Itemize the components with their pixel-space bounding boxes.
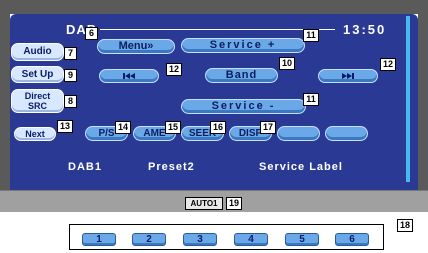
callout-10: 10: [279, 57, 295, 70]
preset-name: Preset2: [148, 161, 195, 173]
menu-label: Menu»: [118, 40, 154, 52]
callout-8: 8: [64, 95, 77, 108]
service-up-label: Service +: [209, 39, 277, 51]
preset-button-3[interactable]: 3: [183, 233, 217, 246]
frame-top: [0, 0, 428, 14]
callout-17: 17: [260, 121, 276, 134]
setup-button[interactable]: Set Up: [11, 66, 64, 83]
band-name: DAB1: [68, 161, 102, 173]
callout-16: 16: [210, 121, 226, 134]
callout-14: 14: [115, 121, 131, 134]
ame-label: AME: [143, 128, 166, 139]
band-label: Band: [225, 69, 258, 81]
service-label: Service Label: [259, 161, 343, 173]
callout-12a: 12: [166, 63, 182, 76]
accent-bar: [406, 16, 410, 182]
preset-button-6[interactable]: 6: [335, 233, 369, 246]
fast-forward-icon: [342, 73, 354, 79]
clock: 13:50: [343, 22, 387, 37]
service-down-button[interactable]: Service -: [181, 99, 306, 114]
callout-11b: 11: [303, 93, 319, 106]
setup-label: Set Up: [21, 69, 54, 80]
audio-button[interactable]: Audio: [11, 43, 64, 61]
preset-button-2[interactable]: 2: [132, 233, 166, 246]
frame-right: [418, 14, 428, 194]
auto-button[interactable]: AUTO1: [185, 197, 223, 210]
menu-button[interactable]: Menu»: [97, 39, 175, 54]
function-blank-button-2[interactable]: [325, 126, 368, 141]
screen: DAB 13:50 Menu» Service + Audio Set Up D…: [0, 0, 428, 253]
callout-19: 19: [226, 197, 242, 210]
src-label: SRC: [27, 101, 47, 111]
next-button[interactable]: Next: [14, 127, 56, 141]
service-down-label: Service -: [211, 100, 276, 112]
frame-left: [0, 14, 10, 194]
preset-button-1[interactable]: 1: [82, 233, 116, 246]
callout-13: 13: [57, 120, 73, 133]
direct-src-button[interactable]: Direct SRC: [11, 89, 64, 113]
title-divider: [100, 29, 335, 30]
disp-label: DISP: [238, 128, 263, 139]
callout-11a: 11: [303, 29, 319, 42]
preset-button-5[interactable]: 5: [285, 233, 319, 246]
callout-7: 7: [64, 47, 77, 60]
callout-12b: 12: [380, 58, 396, 71]
next-label: Next: [25, 129, 45, 139]
seek-forward-button[interactable]: [318, 69, 378, 83]
direct-label: Direct: [24, 91, 51, 101]
service-up-button[interactable]: Service +: [181, 38, 305, 53]
callout-6: 6: [85, 27, 98, 40]
band-button[interactable]: Band: [205, 68, 278, 83]
rewind-icon: [123, 73, 135, 79]
preset-row: 1 2 3 4 5 6: [69, 224, 384, 250]
audio-label: Audio: [23, 46, 52, 57]
preset-button-4[interactable]: 4: [234, 233, 268, 246]
callout-15: 15: [165, 121, 181, 134]
seek-back-button[interactable]: [99, 69, 159, 83]
ps-label: P/S: [98, 128, 115, 139]
callout-18: 18: [397, 219, 413, 232]
function-blank-button-1[interactable]: [277, 126, 320, 141]
callout-9: 9: [64, 69, 77, 82]
